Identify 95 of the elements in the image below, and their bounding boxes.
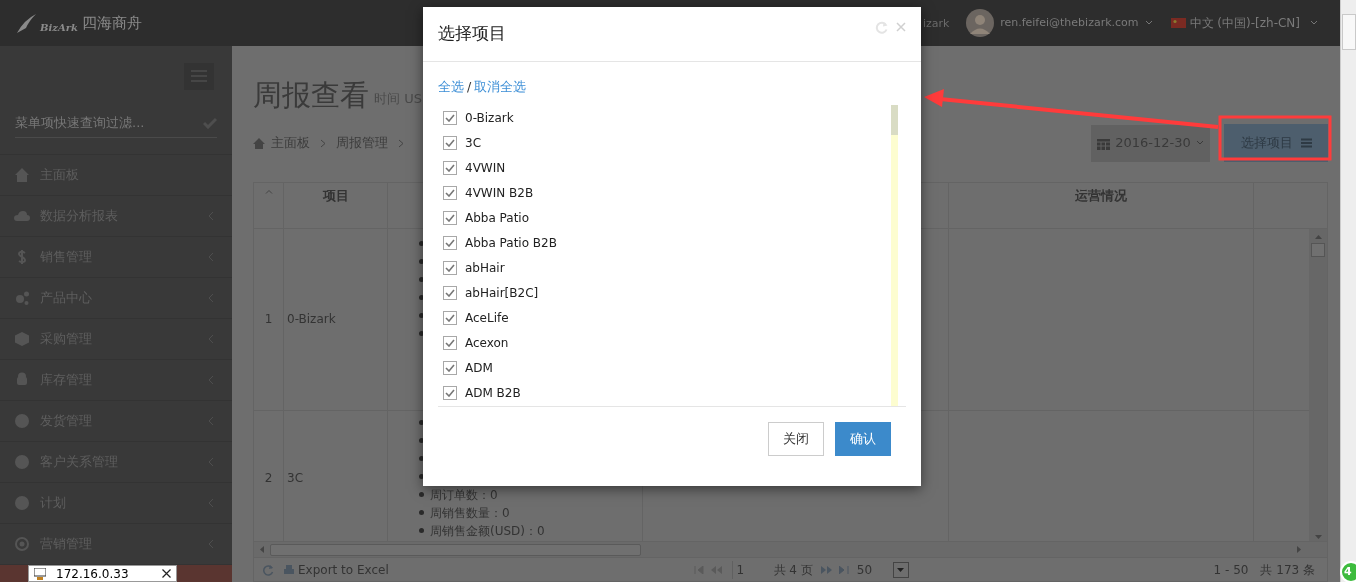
checkbox-label: Abba Patio B2B — [465, 234, 557, 252]
menu-icon — [1300, 138, 1312, 148]
checkbox-label: AceLife — [465, 310, 509, 328]
bullet-icon — [419, 438, 424, 444]
checkbox-label: abHair — [465, 260, 505, 277]
column-header: 项目 — [322, 187, 349, 205]
bullet-icon — [419, 474, 424, 480]
scroll-left-icon — [260, 546, 264, 554]
checkbox[interactable] — [443, 336, 457, 351]
avatar-icon — [966, 9, 995, 37]
bullet-icon — [419, 420, 424, 426]
modal-title: 选择项目 — [438, 22, 507, 46]
caret-down-icon — [897, 567, 905, 572]
bullet-icon — [419, 241, 424, 247]
checkbox-label: Acexon — [465, 335, 509, 353]
bullet-icon — [419, 313, 424, 319]
checkbox[interactable] — [443, 261, 457, 275]
circle-icon — [14, 495, 30, 511]
checkbox[interactable] — [443, 311, 457, 326]
bullet-icon — [419, 456, 424, 462]
language-selector[interactable]: 中文 (中国)-[zh-CN] — [1189, 14, 1300, 32]
bullet-icon — [419, 295, 424, 301]
bullet-icon — [419, 528, 424, 534]
scroll-thumb[interactable] — [1311, 242, 1325, 257]
horizontal-scrollbar[interactable] — [254, 541, 1327, 558]
bullet-icon — [419, 510, 424, 516]
checkbox-label: Abba Patio — [465, 209, 530, 227]
checkbox-label: abHair[B2C] — [465, 285, 539, 303]
last-page-icon — [838, 565, 849, 574]
chevron-right-icon — [320, 138, 326, 148]
circle-icon — [14, 413, 30, 429]
bullet-icon — [419, 492, 424, 498]
export-link[interactable]: Export to Excel — [298, 560, 389, 579]
page-field[interactable]: 1 — [731, 560, 766, 579]
row-number: 2 — [264, 469, 273, 487]
checkbox[interactable] — [443, 185, 457, 200]
browser-scrollbar[interactable] — [1340, 0, 1356, 582]
home-icon — [14, 167, 30, 183]
table-cell-text: 3C — [287, 469, 303, 487]
checkbox-label: ADM — [465, 360, 493, 378]
chevron-down-icon — [1144, 20, 1153, 26]
menu-filter-field[interactable]: 菜单项快速查询过滤... — [15, 112, 203, 133]
checkbox-label: 4VWIN — [465, 159, 506, 177]
checkbox[interactable] — [443, 210, 457, 225]
home-icon — [253, 137, 265, 149]
ip-address-text: 172.16.0.33 — [56, 567, 130, 580]
list-scrollbar[interactable] — [891, 105, 898, 406]
close-icon[interactable] — [162, 569, 171, 578]
flag-icon — [1170, 18, 1186, 28]
cloud-icon — [14, 208, 30, 224]
checkbox[interactable] — [443, 135, 457, 150]
circle-icon — [14, 454, 30, 470]
next-page-icon — [820, 565, 833, 574]
column-header: 运营情况 — [1075, 187, 1127, 205]
row-number: 1 — [264, 311, 273, 329]
chevron-down-icon — [1195, 140, 1204, 146]
printer-icon — [284, 564, 294, 575]
bullet-icon — [419, 277, 424, 283]
chevron-down-icon — [1310, 20, 1318, 26]
network-icon — [34, 567, 46, 580]
checkbox[interactable] — [443, 235, 457, 250]
scroll-right-icon — [1297, 546, 1301, 554]
checkbox-label: 3C — [465, 134, 481, 152]
checkbox[interactable] — [443, 160, 457, 175]
checkbox-label: ADM B2B — [465, 385, 521, 403]
brand-name: 四海商舟 — [81, 12, 142, 34]
dropdown-button[interactable] — [892, 561, 909, 578]
range-text: 1 - 50 — [1213, 561, 1249, 579]
checkbox[interactable] — [443, 361, 457, 376]
user-email[interactable]: ren.feifei@thebizark.com — [1000, 14, 1139, 32]
checkbox[interactable] — [443, 386, 457, 401]
separator-text: / — [467, 77, 472, 96]
scroll-down-icon — [1314, 534, 1322, 539]
checkbox[interactable] — [443, 286, 457, 301]
bullet-icon — [419, 331, 424, 337]
page-size-select[interactable]: 50 — [856, 560, 893, 579]
checkbox-label: 0-Bizark — [465, 109, 514, 127]
ship-logo-icon — [16, 12, 38, 34]
vertical-scrollbar[interactable] — [1309, 228, 1327, 542]
close-button[interactable]: 关闭 — [768, 422, 824, 456]
cube-icon — [14, 331, 30, 347]
checkbox[interactable] — [443, 110, 457, 125]
refresh-icon — [262, 563, 274, 576]
checkbox-label: 4VWIN B2B — [465, 184, 534, 202]
header-link[interactable]: izark — [923, 16, 950, 33]
scroll-up-icon — [1314, 234, 1322, 239]
bullet-icon — [419, 259, 424, 265]
calendar-icon — [1097, 136, 1111, 150]
select-all-link[interactable]: 全选 — [438, 77, 464, 97]
deselect-all-link[interactable]: 取消全选 — [474, 77, 527, 97]
chevron-right-icon — [398, 138, 404, 148]
target-icon — [14, 536, 30, 552]
table-cell-text: 0-Bizark — [287, 311, 336, 329]
logo-text: BizArk — [40, 20, 78, 35]
confirm-button[interactable]: 确认 — [835, 422, 891, 456]
